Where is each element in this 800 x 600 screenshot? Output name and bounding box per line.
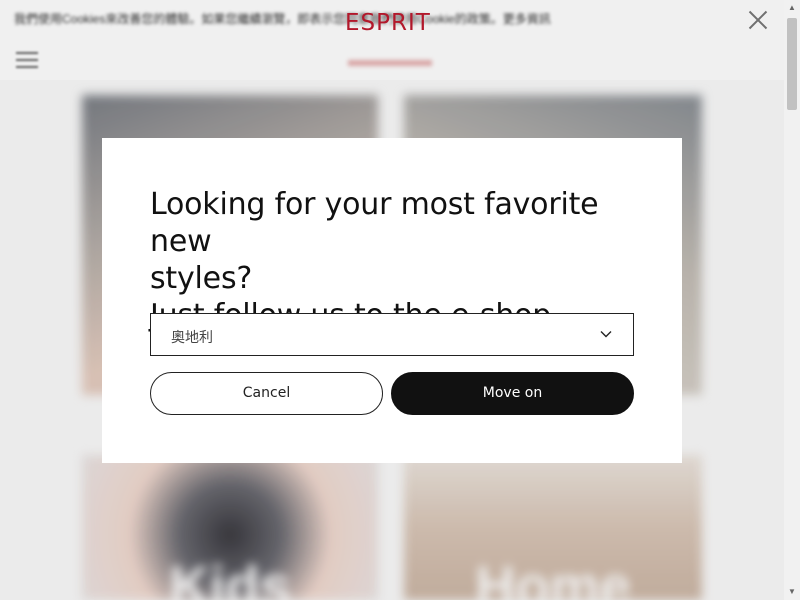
country-select-value: 奧地利 (171, 329, 213, 345)
chevron-down-icon (600, 331, 612, 338)
esprit-logo[interactable]: ESPRIT (345, 10, 431, 36)
cancel-button[interactable]: Cancel (150, 372, 383, 415)
country-select[interactable]: 奧地利 (150, 313, 634, 356)
scroll-up-arrow-icon[interactable]: ▲ (784, 0, 800, 16)
modal-title: Looking for your most favorite new style… (150, 186, 650, 334)
scroll-down-arrow-icon[interactable]: ▼ (784, 584, 800, 600)
move-on-button[interactable]: Move on (391, 372, 634, 415)
scrollbar[interactable]: ▲ ▼ (784, 0, 800, 600)
modal-title-line: styles? (150, 261, 253, 296)
modal-title-line: Looking for your most favorite new (150, 187, 599, 259)
scroll-thumb[interactable] (787, 18, 797, 110)
country-redirect-modal: Looking for your most favorite new style… (102, 138, 682, 463)
